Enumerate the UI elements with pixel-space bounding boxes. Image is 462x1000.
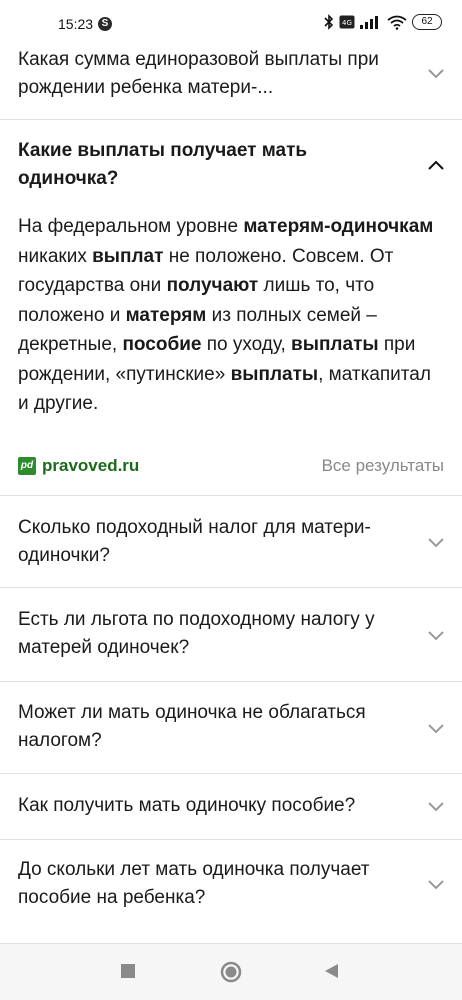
chevron-down-icon[interactable]: [428, 631, 444, 641]
answer-text: На федеральном уровне: [18, 216, 244, 237]
answer-highlight: выплат: [92, 245, 164, 267]
answer-highlight: пособие: [122, 334, 202, 355]
faq-item-2[interactable]: Сколько подоходный налог для матери-один…: [0, 496, 462, 588]
system-nav-bar: [0, 944, 462, 1000]
faq-question-3: Есть ли льгота по подоходному налогу у м…: [18, 609, 375, 658]
home-circle-icon[interactable]: [220, 961, 242, 983]
faq-question-5: Как получить мать одиночку пособие?: [18, 795, 356, 816]
answer-text: никаких: [18, 245, 93, 267]
answer-highlight: выплаты: [291, 334, 379, 355]
faq-question-6: До скольки лет мать одиночка получает по…: [18, 859, 370, 908]
chevron-down-icon[interactable]: [428, 724, 444, 734]
faq-item-3[interactable]: Есть ли льгота по подоходному налогу у м…: [0, 588, 462, 682]
answer-text: по уходу,: [201, 334, 292, 355]
all-results-link[interactable]: Все результаты: [322, 456, 444, 476]
faq-item-1: Какие выплаты получает мать одиночка? На…: [0, 120, 462, 496]
answer-highlight: матерям-одиночкам: [243, 216, 434, 237]
faq-question-1[interactable]: Какие выплаты получает мать одиночка?: [18, 137, 358, 193]
source-link[interactable]: pd pravoved.ru: [18, 456, 139, 476]
faq-item-6[interactable]: До скольки лет мать одиночка получает по…: [0, 840, 462, 944]
chevron-up-icon[interactable]: [428, 160, 444, 170]
faq-question-4: Может ли мать одиночка не облагаться нал…: [18, 702, 366, 751]
pravoved-logo-icon: pd: [18, 457, 36, 475]
answer-highlight: выплаты: [230, 363, 319, 385]
back-triangle-icon[interactable]: [323, 963, 339, 979]
source-name[interactable]: pravoved.ru: [42, 456, 139, 476]
recents-square-icon[interactable]: [120, 963, 136, 979]
faq-item-5[interactable]: Как получить мать одиночку пособие?: [0, 774, 462, 840]
faq-item-0[interactable]: Какая сумма единоразовой выплаты при рож…: [0, 0, 462, 120]
chevron-down-icon[interactable]: [428, 802, 444, 812]
answer-highlight: матерям: [125, 304, 207, 326]
faq-question-2: Сколько подоходный налог для матери-один…: [18, 517, 371, 566]
answer-highlight: получают: [166, 275, 259, 296]
chevron-down-icon[interactable]: [428, 880, 444, 890]
faq-answer-1: На федеральном уровне матерям-одиночкам …: [18, 212, 446, 419]
chevron-down-icon[interactable]: [428, 69, 444, 79]
faq-item-4[interactable]: Может ли мать одиночка не облагаться нал…: [0, 682, 462, 774]
faq-question-0: Какая сумма единоразовой выплаты при рож…: [18, 49, 379, 98]
chevron-down-icon[interactable]: [428, 538, 444, 548]
